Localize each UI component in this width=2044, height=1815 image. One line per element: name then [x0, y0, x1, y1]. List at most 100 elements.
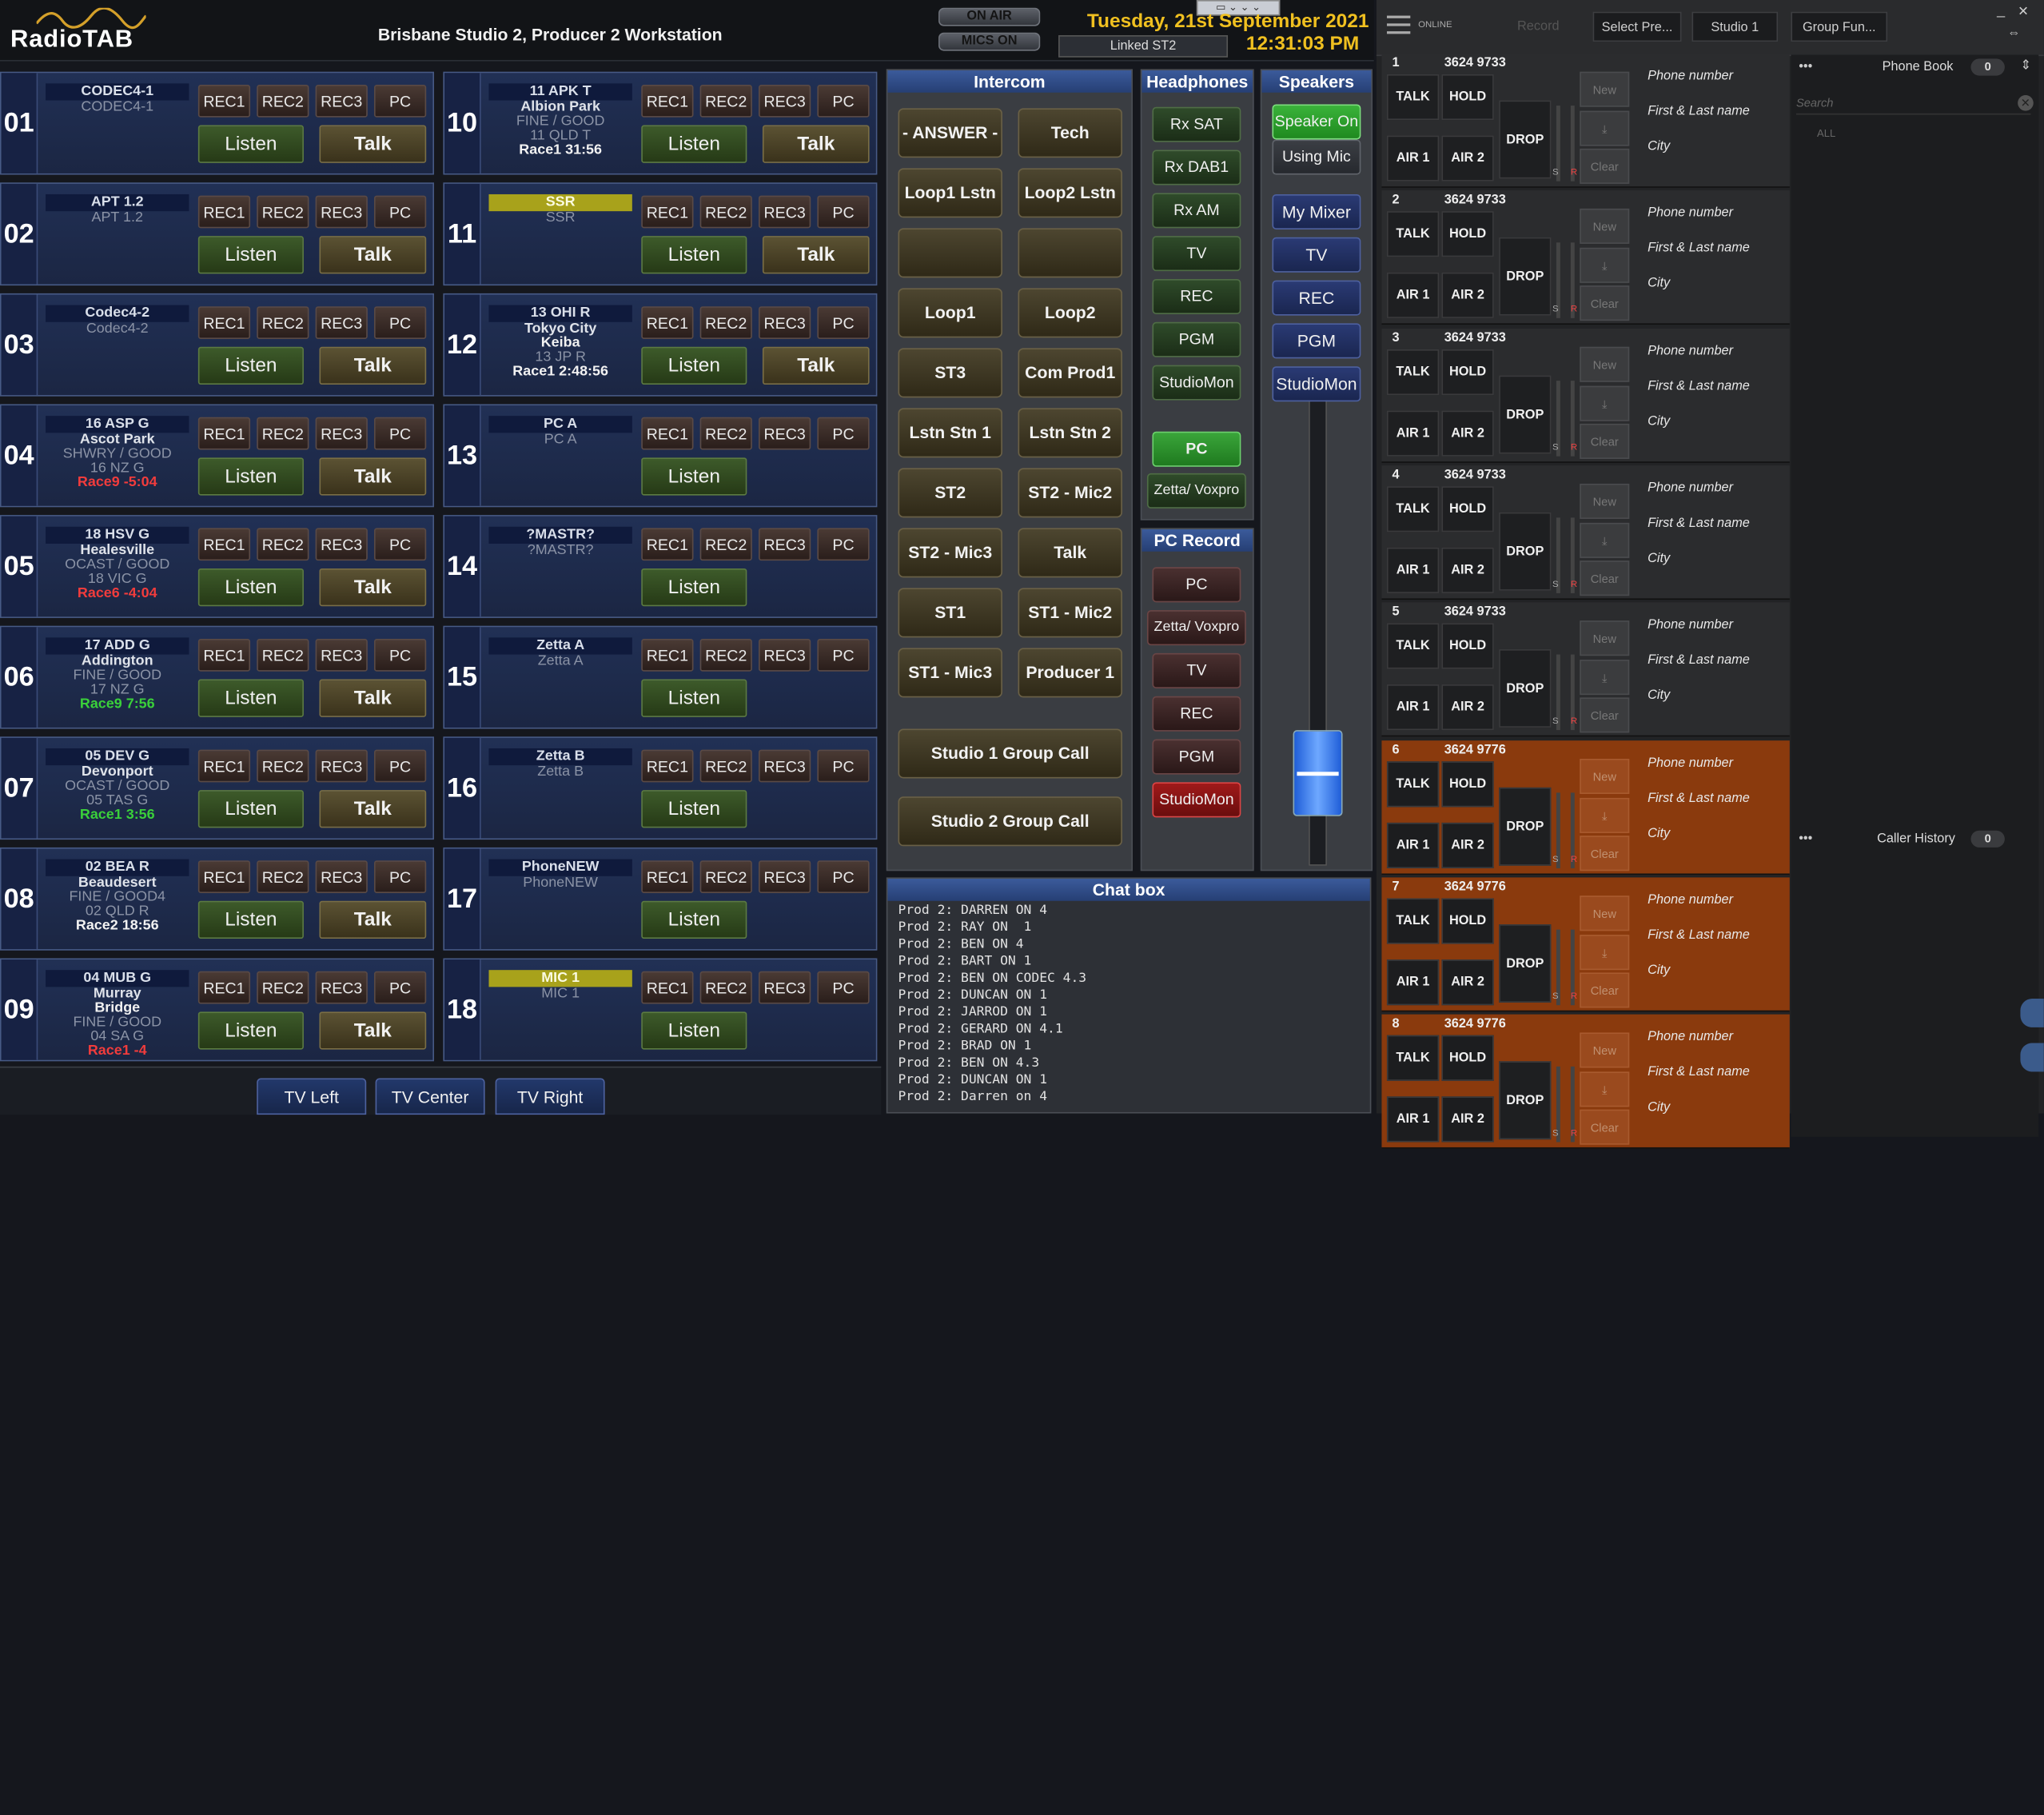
clear-button[interactable]: Clear [1580, 1109, 1630, 1145]
pc-button[interactable]: PC [373, 971, 427, 1004]
listen-button[interactable]: Listen [641, 346, 747, 385]
rec2-button[interactable]: REC2 [699, 749, 752, 783]
drop-button[interactable]: DROP [1499, 374, 1552, 453]
tv-left-button[interactable]: TV Left [257, 1078, 367, 1115]
tv-center-button[interactable]: TV Center [375, 1078, 485, 1115]
intercom-loop2-lstn-button[interactable]: Loop2 Lstn [1018, 168, 1122, 218]
air1-button[interactable]: AIR 1 [1386, 135, 1440, 182]
close-icon[interactable]: ✕ [2018, 6, 2029, 20]
rec1-button[interactable]: REC1 [641, 417, 694, 450]
air1-button[interactable]: AIR 1 [1386, 959, 1440, 1005]
group-function-button[interactable]: Group Fun... [1791, 11, 1888, 42]
intercom-st3-button[interactable]: ST3 [898, 348, 1002, 398]
intercom-st2-button[interactable]: ST2 [898, 468, 1002, 518]
rec2-button[interactable]: REC2 [257, 84, 309, 118]
pc-record-rec-button[interactable]: REC [1152, 696, 1241, 732]
speakers-studiomon-button[interactable]: StudioMon [1272, 366, 1361, 402]
rec1-button[interactable]: REC1 [641, 195, 694, 229]
intercom-loop1-lstn-button[interactable]: Loop1 Lstn [898, 168, 1002, 218]
intercom-empty-button-4[interactable] [898, 228, 1002, 278]
rec2-button[interactable]: REC2 [699, 860, 752, 893]
intercom-st2-mic2-button[interactable]: ST2 - Mic2 [1018, 468, 1122, 518]
intercom-st2-mic3-button[interactable]: ST2 - Mic3 [898, 528, 1002, 578]
talk-button[interactable]: TALK [1386, 211, 1440, 257]
talk-button[interactable]: Talk [319, 457, 427, 496]
intercom-answer-button[interactable]: - ANSWER - [898, 108, 1002, 158]
talk-button[interactable]: TALK [1386, 74, 1440, 121]
phone-number-field[interactable]: Phone number [1648, 618, 1733, 632]
intercom-lstn-stn-1-button[interactable]: Lstn Stn 1 [898, 408, 1002, 458]
caller-name-field[interactable]: First & Last name [1648, 241, 1750, 256]
talk-button[interactable]: Talk [319, 679, 427, 717]
intercom-producer-1-button[interactable]: Producer 1 [1018, 648, 1122, 698]
talk-button[interactable]: TALK [1386, 1035, 1440, 1081]
drop-button[interactable]: DROP [1499, 237, 1552, 317]
caller-name-field[interactable]: First & Last name [1648, 1065, 1750, 1079]
rec2-button[interactable]: REC2 [257, 860, 309, 893]
rec2-button[interactable]: REC2 [257, 638, 309, 672]
headphones-pc-button[interactable]: PC [1152, 431, 1241, 467]
using-mic-button[interactable]: Using Mic [1272, 139, 1361, 175]
listen-button[interactable]: Listen [197, 1011, 304, 1050]
listen-button[interactable]: Listen [197, 900, 304, 939]
side-tab-icon-2[interactable] [2020, 1043, 2044, 1072]
talk-button[interactable]: Talk [762, 236, 870, 274]
pc-button[interactable]: PC [817, 195, 870, 229]
phone-number-field[interactable]: Phone number [1648, 756, 1733, 770]
rec1-button[interactable]: REC1 [641, 749, 694, 783]
caller-name-field[interactable]: First & Last name [1648, 104, 1750, 118]
speakers-rec-button[interactable]: REC [1272, 280, 1361, 316]
headphones-rx-sat-button[interactable]: Rx SAT [1152, 106, 1241, 142]
listen-button[interactable]: Listen [197, 457, 304, 496]
new-button[interactable]: New [1580, 71, 1630, 107]
hold-button[interactable]: HOLD [1441, 760, 1494, 807]
pc-button[interactable]: PC [817, 638, 870, 672]
download-icon[interactable]: ⤓ [1580, 1071, 1630, 1107]
side-tab-icon[interactable] [2020, 999, 2044, 1027]
rec3-button[interactable]: REC3 [315, 417, 368, 450]
talk-button[interactable]: TALK [1386, 486, 1440, 533]
phone-number-field[interactable]: Phone number [1648, 481, 1733, 496]
pc-button[interactable]: PC [373, 306, 427, 339]
listen-button[interactable]: Listen [197, 125, 304, 163]
intercom-tech-button[interactable]: Tech [1018, 108, 1122, 158]
caller-name-field[interactable]: First & Last name [1648, 791, 1750, 805]
phone-book-more-icon[interactable]: ••• [1799, 60, 1812, 74]
download-icon[interactable]: ⤓ [1580, 110, 1630, 146]
headphones-rx-dab1-button[interactable]: Rx DAB1 [1152, 150, 1241, 185]
pc-button[interactable]: PC [817, 528, 870, 561]
phone-book-sort-icon[interactable]: ⇕ [2020, 58, 2031, 73]
download-icon[interactable]: ⤓ [1580, 934, 1630, 970]
pc-button[interactable]: PC [373, 195, 427, 229]
rec3-button[interactable]: REC3 [759, 417, 811, 450]
rec1-button[interactable]: REC1 [641, 638, 694, 672]
new-button[interactable]: New [1580, 758, 1630, 794]
intercom-lstn-stn-2-button[interactable]: Lstn Stn 2 [1018, 408, 1122, 458]
air1-button[interactable]: AIR 1 [1386, 409, 1440, 457]
speaker-on-button[interactable]: Speaker On [1272, 104, 1361, 140]
rec3-button[interactable]: REC3 [759, 195, 811, 229]
air2-button[interactable]: AIR 2 [1441, 684, 1494, 731]
rec2-button[interactable]: REC2 [257, 195, 309, 229]
rec1-button[interactable]: REC1 [197, 195, 251, 229]
drop-button[interactable]: DROP [1499, 787, 1552, 865]
air2-button[interactable]: AIR 2 [1441, 547, 1494, 593]
rec1-button[interactable]: REC1 [197, 749, 251, 783]
rec2-button[interactable]: REC2 [257, 749, 309, 783]
air2-button[interactable]: AIR 2 [1441, 273, 1494, 319]
rec2-button[interactable]: REC2 [699, 84, 752, 118]
intercom-st1-mic2-button[interactable]: ST1 - Mic2 [1018, 588, 1122, 638]
intercom-empty-button-5[interactable] [1018, 228, 1122, 278]
new-button[interactable]: New [1580, 1032, 1630, 1068]
studio-button[interactable]: Studio 1 [1691, 11, 1779, 42]
intercom-loop1-button[interactable]: Loop1 [898, 288, 1002, 338]
download-icon[interactable]: ⤓ [1580, 660, 1630, 696]
download-icon[interactable]: ⤓ [1580, 385, 1630, 421]
download-icon[interactable]: ⤓ [1580, 797, 1630, 833]
headphones-tv-button[interactable]: TV [1152, 236, 1241, 272]
headphones-zetta-button[interactable]: Zetta/ Voxpro [1146, 473, 1246, 509]
headphones-pgm-button[interactable]: PGM [1152, 321, 1241, 357]
pc-button[interactable]: PC [373, 84, 427, 118]
rec3-button[interactable]: REC3 [759, 306, 811, 339]
clear-button[interactable]: Clear [1580, 697, 1630, 733]
